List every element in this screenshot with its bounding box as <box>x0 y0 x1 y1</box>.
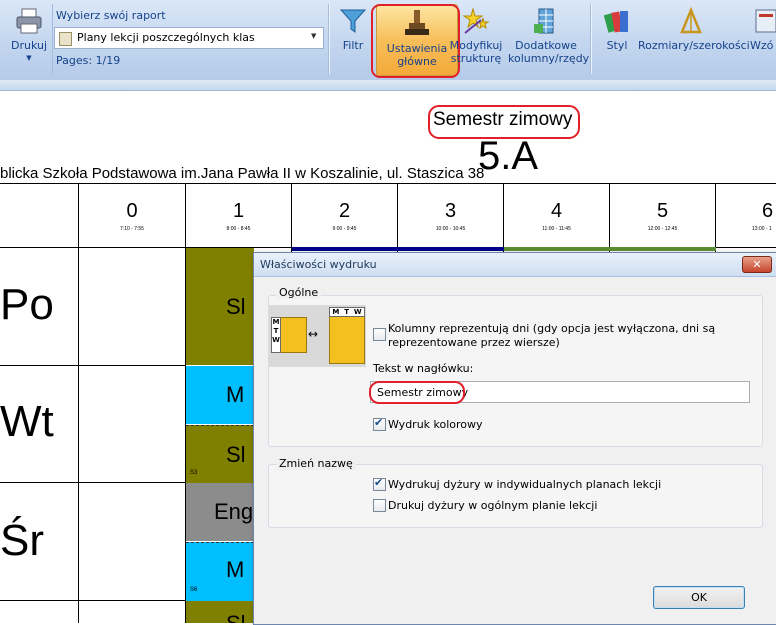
dialog-title-bar[interactable]: Właściwości wydruku ✕ <box>254 253 776 277</box>
extra-label-1: Dodatkowe <box>515 39 577 52</box>
highlight-header-input <box>369 381 465 404</box>
lesson-cell[interactable]: M <box>186 366 254 424</box>
ok-button[interactable]: OK <box>653 586 745 609</box>
color-print-checkbox[interactable] <box>373 416 386 431</box>
modify-structure-button[interactable]: Modyfikuj strukturę <box>448 6 504 70</box>
template-icon <box>755 9 776 33</box>
period-header: 3 10:00 - 10:45 <box>435 200 466 232</box>
period-header: 0 7:10 - 7:55 <box>120 200 144 232</box>
ribbon-bottom-bar <box>0 80 776 91</box>
template-label: Wzó <box>750 39 774 52</box>
grid-line <box>0 365 186 366</box>
style-button[interactable]: Styl <box>598 6 636 66</box>
funnel-icon <box>339 9 367 33</box>
lesson-cell[interactable]: Sl S3 <box>186 425 254 483</box>
duties-individual-checkbox[interactable] <box>373 476 386 491</box>
filter-label: Filtr <box>342 39 364 52</box>
header-text-label: Tekst w nagłówku: <box>373 362 474 375</box>
style-label: Styl <box>606 39 628 52</box>
period-header: 5 12:00 - 12:45 <box>647 200 678 232</box>
books-icon <box>603 11 628 33</box>
sizes-button[interactable]: Rozmiary/szerokości <box>638 6 750 66</box>
lesson-cell[interactable]: Eng <box>186 483 254 541</box>
general-group-label: Ogólne <box>276 286 322 299</box>
close-button[interactable]: ✕ <box>742 256 772 273</box>
report-icon <box>59 32 72 46</box>
day-label: Po <box>0 280 54 329</box>
period-header: 6 13:00 - 1 <box>752 200 774 232</box>
extra-columns-button[interactable]: Dodatkowe kolumny/rzędy <box>508 6 590 70</box>
class-name: 5.A <box>478 134 539 178</box>
ruler-triangle-icon <box>680 6 702 34</box>
ribbon-toolbar: Drukuj ▼ Wybierz swój raport Plany lekcj… <box>0 0 776 81</box>
grid-line <box>0 183 776 184</box>
extra-label-2: kolumny/rzędy <box>508 52 590 65</box>
duties-general-checkbox[interactable] <box>373 499 386 512</box>
chevron-down-icon: ▼ <box>26 54 32 62</box>
day-label: Śr <box>0 516 44 565</box>
stars-icon <box>462 7 490 34</box>
chevron-down-icon[interactable]: ▼ <box>311 32 316 40</box>
layout-preview-image: M T W ↔ M T W <box>269 305 366 367</box>
lesson-cell[interactable]: Sl <box>186 601 254 623</box>
template-button[interactable]: Wzó <box>750 6 776 66</box>
days-rows-column: M T W <box>271 317 281 353</box>
period-header: 2 9:00 - 9:45 <box>332 200 357 232</box>
lesson-cell-edge <box>292 247 504 251</box>
columns-days-label: Kolumny reprezentują dni (gdy opcja jest… <box>388 322 716 349</box>
modify-label-2: strukturę <box>450 52 502 65</box>
dialog-title: Właściwości wydruku <box>260 258 377 271</box>
modify-label-1: Modyfikuj <box>449 39 503 52</box>
period-header: 4 11:00 - 11:45 <box>542 200 571 232</box>
rename-group <box>268 464 763 528</box>
duties-individual-label: Wydrukuj dyżury w indywidualnych planach… <box>388 478 662 491</box>
report-selected: Plany lekcji poszczególnych klas <box>77 31 255 44</box>
highlight-main-settings <box>371 4 460 78</box>
color-print-label: Wydruk kolorowy <box>388 418 483 431</box>
columns-days-checkbox[interactable] <box>373 328 386 341</box>
lesson-cell[interactable]: Sl <box>186 248 254 365</box>
printer-icon <box>16 8 42 34</box>
print-properties-dialog: Właściwości wydruku ✕ Ogólne M T W ↔ M T… <box>253 252 776 625</box>
school-name: blicka Szkoła Podstawowa im.Jana Pawła I… <box>0 165 485 182</box>
duties-general-label: Drukuj dyżury w ogólnym planie lekcji <box>388 499 598 512</box>
lesson-cell[interactable]: M S6 <box>186 542 254 601</box>
table-add-icon <box>534 8 554 34</box>
print-label: Drukuj <box>10 39 48 52</box>
period-header: 1 8:00 - 8:45 <box>226 200 251 232</box>
sizes-label: Rozmiary/szerokości <box>638 39 750 52</box>
grid-line <box>0 600 186 601</box>
filter-button[interactable]: Filtr <box>334 6 372 66</box>
report-caption: Wybierz swój raport <box>56 9 166 22</box>
grid-line <box>0 482 186 483</box>
report-select[interactable]: Plany lekcji poszczególnych klas ▼ <box>54 27 324 49</box>
swap-arrow-icon: ↔ <box>308 327 319 341</box>
grid-line <box>78 183 79 623</box>
rename-group-label: Zmień nazwę <box>276 457 356 470</box>
lesson-cell-edge <box>504 247 716 251</box>
day-label: Wt <box>0 397 54 446</box>
days-columns-row: M T W <box>329 307 365 317</box>
close-icon: ✕ <box>752 258 762 271</box>
pages-indicator: Pages: 1/19 <box>56 54 121 67</box>
print-button[interactable]: Drukuj ▼ <box>8 6 50 70</box>
